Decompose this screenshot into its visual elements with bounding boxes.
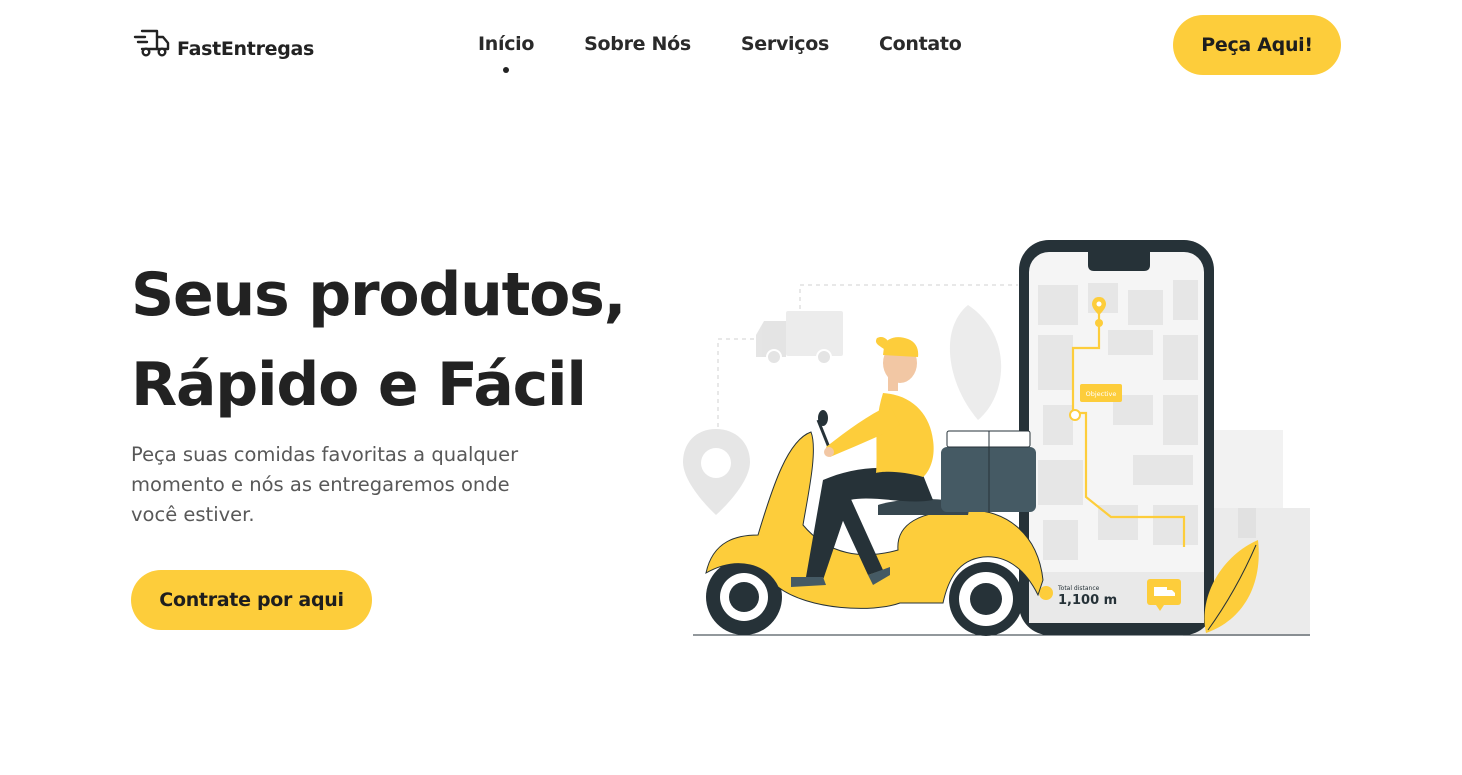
hero-title: Seus produtos, Rápido e Fácil	[131, 250, 626, 430]
smartphone-icon: Objective Total distance 1,100 m	[1019, 240, 1214, 635]
distance-label: Total distance	[1057, 585, 1100, 592]
nav-item-contato[interactable]: Contato	[879, 33, 962, 55]
delivery-truck-icon	[133, 27, 171, 63]
hero-subtitle: Peça suas comidas favoritas a qualquer m…	[131, 443, 519, 526]
hero-title-line-1: Seus produtos,	[131, 260, 626, 330]
order-now-button[interactable]: Peça Aqui!	[1173, 15, 1341, 75]
brand-name: FastEntregas	[177, 38, 315, 60]
location-pin-icon	[683, 429, 750, 515]
background-truck-icon	[756, 311, 843, 365]
nav-item-sobre-nos[interactable]: Sobre Nós	[584, 33, 691, 55]
distance-value: 1,100 m	[1058, 593, 1117, 608]
hire-button[interactable]: Contrate por aqui	[131, 570, 372, 630]
map-pin-label: Objective	[1086, 390, 1117, 398]
delivery-illustration: Objective Total distance 1,100 m	[678, 235, 1318, 645]
hero-title-line-2: Rápido e Fácil	[131, 350, 587, 420]
main-nav: Início Sobre Nós Serviços Contato	[478, 33, 962, 73]
brand-logo[interactable]: FastEntregas	[133, 27, 314, 63]
site-header: FastEntregas Início Sobre Nós Serviços C…	[0, 0, 1462, 95]
nav-item-inicio[interactable]: Início	[478, 33, 534, 73]
nav-item-servicos[interactable]: Serviços	[741, 33, 829, 55]
